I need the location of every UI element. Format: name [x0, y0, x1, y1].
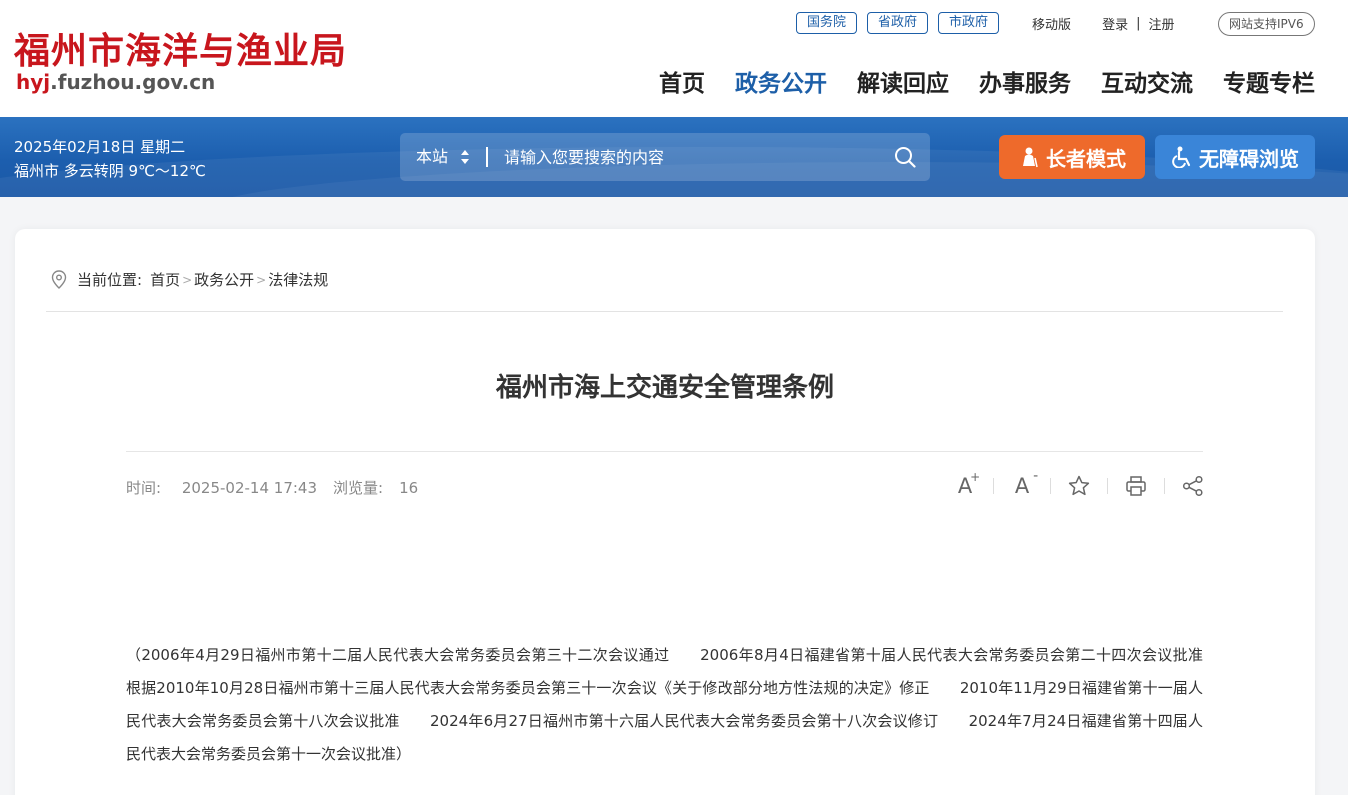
nav-home[interactable]: 首页 [659, 64, 705, 98]
elder-person-icon [1023, 147, 1038, 168]
search-icon[interactable] [894, 146, 916, 168]
publish-time-value: 2025-02-14 17:43 [181, 479, 318, 497]
current-date: 2025年02月18日 星期二 [14, 138, 186, 156]
main-nav: 首页 政务公开 解读回应 办事服务 互动交流 专题专栏 [629, 64, 1315, 98]
divider [126, 451, 1203, 452]
font-decrease-icon: A- [1014, 468, 1039, 498]
tool-separator [1164, 478, 1165, 494]
site-logo[interactable]: 福州市海洋与渔业局 [14, 22, 347, 74]
nav-gov-affairs[interactable]: 政务公开 [735, 64, 827, 98]
view-count: 浏览量: 16 [333, 479, 418, 497]
view-count-label: 浏览量: [333, 479, 384, 497]
ipv6-badge: 网站支持IPV6 [1218, 12, 1315, 36]
view-count-value: 16 [399, 479, 419, 497]
font-increase-button[interactable]: A + [952, 470, 981, 499]
register-link[interactable]: 注册 [1148, 14, 1174, 33]
search-box: 本站 [400, 133, 930, 181]
tool-separator [1050, 478, 1051, 494]
elder-mode-button[interactable]: 长者模式 [999, 135, 1145, 179]
breadcrumb-separator: > [182, 272, 193, 287]
tool-separator [1107, 478, 1108, 494]
link-state-council[interactable]: 国务院 [796, 12, 858, 34]
print-button[interactable] [1123, 473, 1149, 499]
content-card: 当前位置: 首页 > 政务公开 > 法律法规 福州市海上交通安全管理条例 时间:… [15, 229, 1315, 795]
search-input[interactable] [504, 133, 884, 181]
link-provincial-gov[interactable]: 省政府 [867, 12, 929, 34]
article-body: （2006年4月29日福州市第十二届人民代表大会常务委员会第三十二次会议通过 2… [126, 646, 1234, 763]
font-decrease-button[interactable]: A- [1009, 468, 1039, 499]
site-url-rest: .fuzhou.gov.cn [50, 70, 216, 94]
location-pin-icon [51, 269, 67, 289]
star-icon [1068, 475, 1090, 496]
info-search-bar: 2025年02月18日 星期二 福州市 多云转阴 9℃～12℃ 本站 长者模式 … [0, 117, 1348, 197]
elder-mode-label: 长者模式 [1046, 146, 1126, 171]
search-divider [486, 147, 488, 167]
publish-time: 时间: 2025-02-14 17:43 [126, 479, 317, 497]
printer-icon [1126, 476, 1146, 496]
nav-interpretation[interactable]: 解读回应 [857, 64, 949, 98]
sort-arrows-icon[interactable] [460, 149, 470, 165]
favorite-button[interactable] [1066, 473, 1092, 499]
divider [46, 311, 1283, 312]
font-increase-icon: A + [957, 470, 981, 498]
login-register-separator: | [1136, 15, 1141, 31]
wheelchair-icon [1172, 146, 1191, 168]
search-scope-select[interactable]: 本站 [416, 133, 448, 181]
tool-separator [993, 478, 994, 494]
share-icon [1182, 475, 1203, 497]
login-link[interactable]: 登录 [1102, 14, 1128, 33]
link-city-gov[interactable]: 市政府 [938, 12, 1000, 34]
site-url-highlight: hyj [16, 70, 51, 94]
article-tools: A + A- [952, 468, 1206, 499]
nav-topics[interactable]: 专题专栏 [1223, 64, 1315, 98]
breadcrumb-separator: > [256, 272, 267, 287]
article-meta: 时间: 2025-02-14 17:43 浏览量: 16 [126, 477, 418, 498]
share-button[interactable] [1180, 473, 1206, 499]
breadcrumb: 当前位置: 首页 > 政务公开 > 法律法规 [51, 269, 328, 290]
nav-interaction[interactable]: 互动交流 [1101, 64, 1193, 98]
weather-info: 福州市 多云转阴 9℃～12℃ [14, 162, 206, 180]
site-url: hyj.fuzhou.gov.cn [16, 70, 215, 94]
publish-time-label: 时间: [126, 479, 162, 497]
breadcrumb-gov-affairs[interactable]: 政务公开 [194, 269, 254, 290]
mobile-version-link[interactable]: 移动版 [1032, 14, 1071, 33]
site-header: 福州市海洋与渔业局 hyj.fuzhou.gov.cn 国务院 省政府 市政府 … [0, 0, 1348, 117]
breadcrumb-prefix: 当前位置: [77, 271, 143, 289]
breadcrumb-laws[interactable]: 法律法规 [268, 269, 328, 290]
nav-services[interactable]: 办事服务 [979, 64, 1071, 98]
accessibility-button[interactable]: 无障碍浏览 [1155, 135, 1315, 179]
top-links: 国务院 省政府 市政府 移动版 登录 | 注册 [796, 11, 1174, 35]
article-title: 福州市海上交通安全管理条例 [495, 373, 834, 403]
breadcrumb-home[interactable]: 首页 [150, 269, 180, 290]
accessibility-label: 无障碍浏览 [1199, 146, 1299, 171]
